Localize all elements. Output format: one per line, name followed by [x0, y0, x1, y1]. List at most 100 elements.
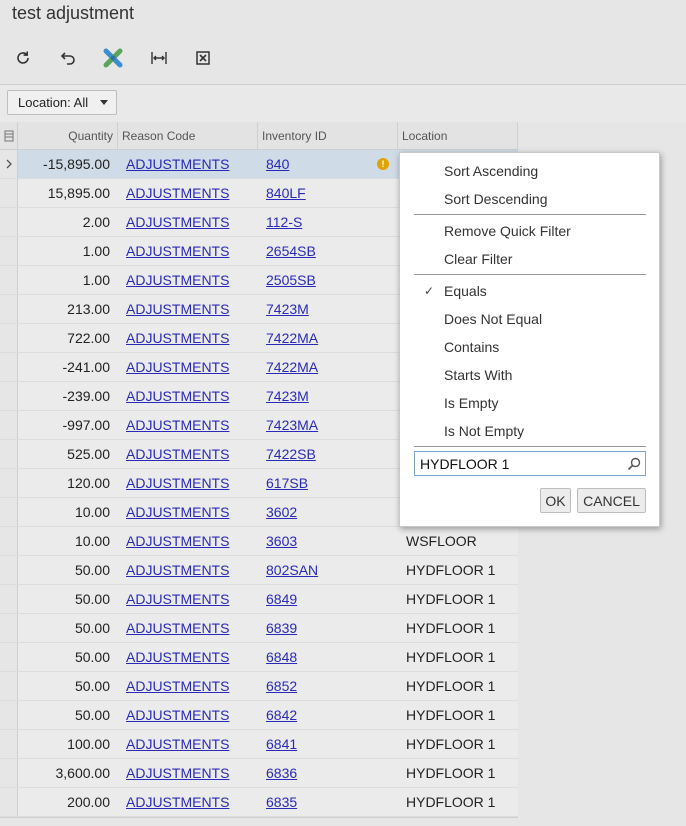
cancel-button[interactable]: CANCEL	[577, 488, 646, 513]
inventory-id-cell[interactable]: 3602	[258, 498, 398, 526]
row-selector[interactable]	[0, 208, 18, 236]
row-selector[interactable]	[0, 266, 18, 294]
row-selector[interactable]	[0, 353, 18, 381]
reason-code-cell[interactable]: ADJUSTMENTS	[118, 585, 258, 613]
reason-code-cell[interactable]: ADJUSTMENTS	[118, 353, 258, 381]
inventory-id-cell-link[interactable]: 802SAN	[266, 562, 318, 578]
reason-code-cell[interactable]: ADJUSTMENTS	[118, 527, 258, 555]
reason-code-cell[interactable]: ADJUSTMENTS	[118, 382, 258, 410]
row-selector[interactable]	[0, 556, 18, 584]
inventory-id-cell[interactable]: 6841	[258, 730, 398, 758]
reason-code-cell-link[interactable]: ADJUSTMENTS	[126, 765, 229, 781]
is-not-empty-item[interactable]: Is Not Empty	[444, 423, 524, 439]
inventory-id-cell-link[interactable]: 840	[266, 156, 289, 172]
inventory-id-cell-link[interactable]: 6841	[266, 736, 297, 752]
inventory-id-cell-link[interactable]: 6849	[266, 591, 297, 607]
reason-code-cell-link[interactable]: ADJUSTMENTS	[126, 243, 229, 259]
inventory-id-cell[interactable]: 7423M	[258, 295, 398, 323]
remove-quick-filter-item[interactable]: Remove Quick Filter	[444, 223, 571, 239]
reason-code-cell[interactable]: ADJUSTMENTS	[118, 179, 258, 207]
inventory-id-cell-link[interactable]: 2654SB	[266, 243, 316, 259]
column-header-reason-code[interactable]: Reason Code	[118, 122, 258, 149]
inventory-id-cell-link[interactable]: 3603	[266, 533, 297, 549]
column-header-quantity[interactable]: Quantity	[18, 122, 118, 149]
does-not-equal-item[interactable]: Does Not Equal	[444, 311, 542, 327]
search-icon[interactable]	[626, 456, 642, 472]
table-row[interactable]: 50.00 ADJUSTMENTS 6849 HYDFLOOR 1	[0, 585, 518, 614]
row-selector[interactable]	[0, 643, 18, 671]
inventory-id-cell[interactable]: 6842	[258, 701, 398, 729]
column-header-inventory-id[interactable]: Inventory ID	[258, 122, 398, 149]
table-row[interactable]: 50.00 ADJUSTMENTS 802SAN HYDFLOOR 1	[0, 556, 518, 585]
row-selector[interactable]	[0, 701, 18, 729]
inventory-id-cell-link[interactable]: 6842	[266, 707, 297, 723]
inventory-id-cell[interactable]: 7422MA	[258, 353, 398, 381]
row-selector[interactable]	[0, 498, 18, 526]
inventory-id-cell[interactable]: 7422SB	[258, 440, 398, 468]
reason-code-cell[interactable]: ADJUSTMENTS	[118, 788, 258, 816]
export-excel-icon[interactable]	[189, 46, 217, 70]
reason-code-cell-link[interactable]: ADJUSTMENTS	[126, 591, 229, 607]
inventory-id-cell-link[interactable]: 7422SB	[266, 446, 316, 462]
inventory-id-cell-link[interactable]: 3602	[266, 504, 297, 520]
reason-code-cell-link[interactable]: ADJUSTMENTS	[126, 359, 229, 375]
reason-code-cell-link[interactable]: ADJUSTMENTS	[126, 330, 229, 346]
contains-item[interactable]: Contains	[444, 339, 499, 355]
row-selector[interactable]	[0, 759, 18, 787]
inventory-id-cell-link[interactable]: 112-S	[266, 214, 302, 230]
sort-descending-item[interactable]: Sort Descending	[444, 191, 548, 207]
reason-code-cell-link[interactable]: ADJUSTMENTS	[126, 185, 229, 201]
is-empty-item[interactable]: Is Empty	[444, 395, 498, 411]
inventory-id-cell[interactable]: 802SAN	[258, 556, 398, 584]
fit-columns-icon[interactable]	[99, 46, 127, 70]
inventory-id-cell[interactable]: 7423M	[258, 382, 398, 410]
reason-code-cell-link[interactable]: ADJUSTMENTS	[126, 649, 229, 665]
inventory-id-cell[interactable]: 6848	[258, 643, 398, 671]
reason-code-cell-link[interactable]: ADJUSTMENTS	[126, 620, 229, 636]
row-selector[interactable]	[0, 324, 18, 352]
reason-code-cell[interactable]: ADJUSTMENTS	[118, 208, 258, 236]
row-selector[interactable]	[0, 527, 18, 555]
table-row[interactable]: 50.00 ADJUSTMENTS 6842 HYDFLOOR 1	[0, 701, 518, 730]
inventory-id-cell-link[interactable]: 6848	[266, 649, 297, 665]
fit-width-icon[interactable]	[145, 46, 173, 70]
inventory-id-cell[interactable]: 7423MA	[258, 411, 398, 439]
inventory-id-cell[interactable]: 6835	[258, 788, 398, 816]
row-selector[interactable]	[0, 179, 18, 207]
row-selector[interactable]	[0, 614, 18, 642]
inventory-id-cell-link[interactable]: 7422MA	[266, 359, 318, 375]
row-selector[interactable]	[0, 150, 18, 178]
row-selector[interactable]	[0, 672, 18, 700]
sort-ascending-item[interactable]: Sort Ascending	[444, 163, 538, 179]
inventory-id-cell-link[interactable]: 7423MA	[266, 417, 318, 433]
table-row[interactable]: 50.00 ADJUSTMENTS 6839 HYDFLOOR 1	[0, 614, 518, 643]
inventory-id-cell[interactable]: 6852	[258, 672, 398, 700]
reason-code-cell-link[interactable]: ADJUSTMENTS	[126, 156, 229, 172]
refresh-icon[interactable]	[9, 46, 37, 70]
column-header-location[interactable]: Location	[398, 122, 518, 149]
reason-code-cell-link[interactable]: ADJUSTMENTS	[126, 417, 229, 433]
inventory-id-cell[interactable]: 617SB	[258, 469, 398, 497]
reason-code-cell[interactable]: ADJUSTMENTS	[118, 440, 258, 468]
equals-item[interactable]: Equals	[444, 283, 487, 299]
inventory-id-cell-link[interactable]: 6835	[266, 794, 297, 810]
reason-code-cell-link[interactable]: ADJUSTMENTS	[126, 301, 229, 317]
reason-code-cell-link[interactable]: ADJUSTMENTS	[126, 214, 229, 230]
reason-code-cell-link[interactable]: ADJUSTMENTS	[126, 504, 229, 520]
inventory-id-cell-link[interactable]: 7422MA	[266, 330, 318, 346]
reason-code-cell[interactable]: ADJUSTMENTS	[118, 469, 258, 497]
reason-code-cell[interactable]: ADJUSTMENTS	[118, 730, 258, 758]
inventory-id-cell[interactable]: 7422MA	[258, 324, 398, 352]
inventory-id-cell[interactable]: 2654SB	[258, 237, 398, 265]
inventory-id-cell-link[interactable]: 840LF	[266, 185, 306, 201]
inventory-id-cell-link[interactable]: 6836	[266, 765, 297, 781]
reason-code-cell-link[interactable]: ADJUSTMENTS	[126, 678, 229, 694]
reason-code-cell-link[interactable]: ADJUSTMENTS	[126, 388, 229, 404]
reason-code-cell[interactable]: ADJUSTMENTS	[118, 411, 258, 439]
reason-code-cell-link[interactable]: ADJUSTMENTS	[126, 446, 229, 462]
reason-code-cell-link[interactable]: ADJUSTMENTS	[126, 707, 229, 723]
table-row[interactable]: 50.00 ADJUSTMENTS 6848 HYDFLOOR 1	[0, 643, 518, 672]
inventory-id-cell[interactable]: 840!	[258, 150, 398, 178]
reason-code-cell[interactable]: ADJUSTMENTS	[118, 266, 258, 294]
row-selector[interactable]	[0, 469, 18, 497]
